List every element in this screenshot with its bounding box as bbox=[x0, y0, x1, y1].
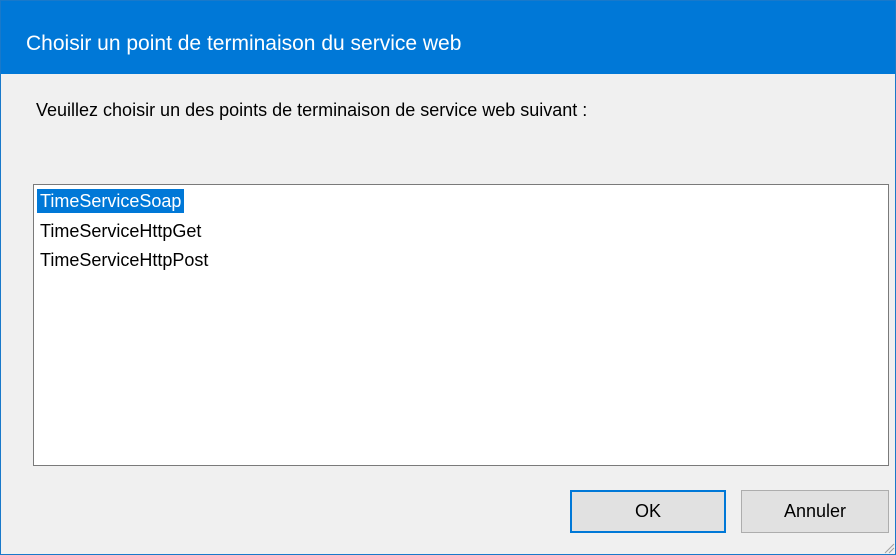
title-bar[interactable]: Choisir un point de terminaison du servi… bbox=[1, 1, 895, 74]
cancel-button[interactable]: Annuler bbox=[741, 490, 889, 533]
list-item-timeservicesoap[interactable]: TimeServiceSoap bbox=[37, 189, 185, 213]
prompt-label: Veuillez choisir un des points de termin… bbox=[36, 100, 588, 120]
list-item-timeservicehttpget[interactable]: TimeServiceHttpGet bbox=[37, 219, 204, 243]
window-title: Choisir un point de terminaison du servi… bbox=[26, 32, 462, 55]
list-item-timeservicehttppost[interactable]: TimeServiceHttpPost bbox=[37, 248, 211, 272]
endpoint-dialog: Choisir un point de terminaison du servi… bbox=[0, 0, 896, 555]
ok-button[interactable]: OK bbox=[570, 490, 726, 533]
endpoint-listbox[interactable]: TimeServiceSoap TimeServiceHttpGet TimeS… bbox=[33, 184, 889, 466]
resize-grip-icon[interactable] bbox=[881, 540, 895, 554]
